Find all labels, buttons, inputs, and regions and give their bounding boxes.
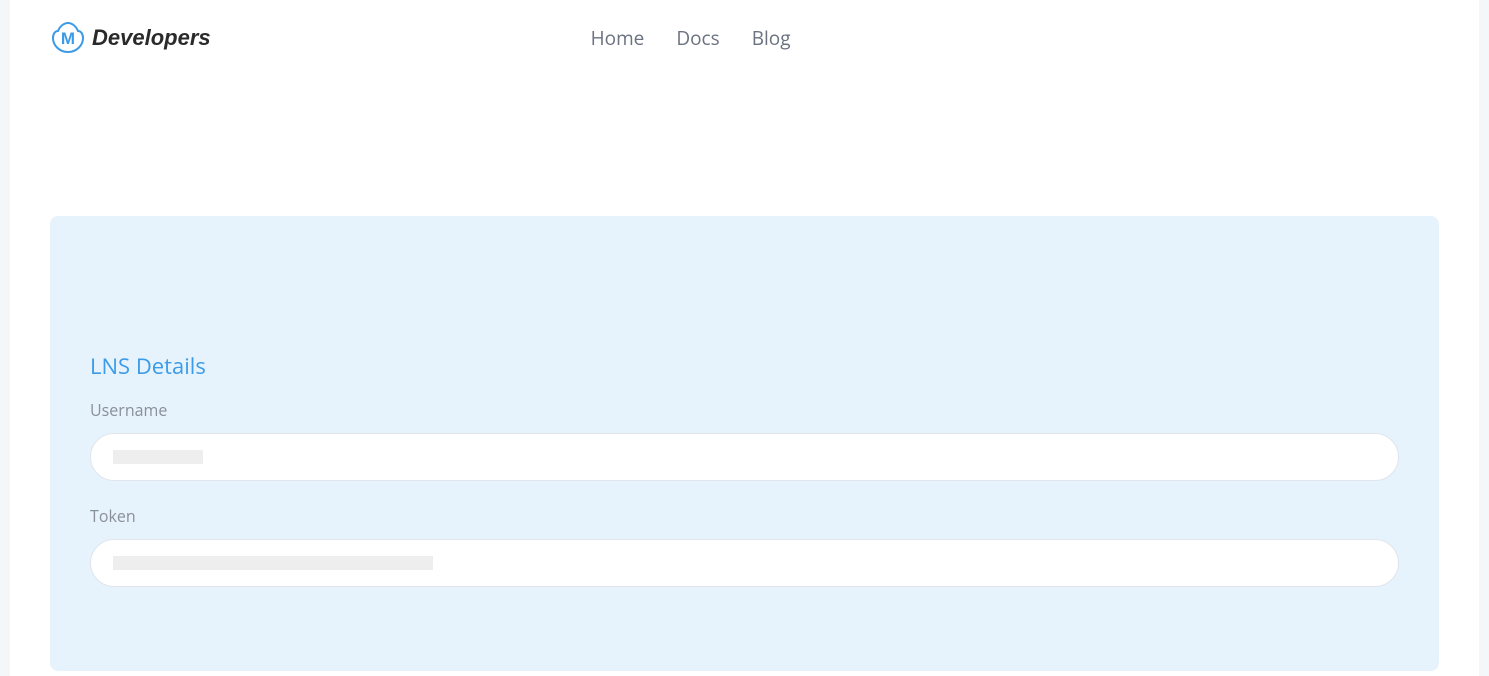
- lns-details-card: LNS Details Username Token: [50, 216, 1439, 671]
- logo-icon: M: [50, 20, 86, 56]
- content: LNS Details Username Token: [10, 76, 1479, 671]
- redacted-value: [113, 556, 433, 570]
- page-container: M Developers Home Docs Blog LNS Details …: [10, 0, 1479, 676]
- token-input[interactable]: [90, 539, 1399, 587]
- logo-text: Developers: [92, 25, 211, 51]
- redacted-value: [113, 450, 203, 464]
- main-nav: Home Docs Blog: [591, 25, 791, 51]
- svg-text:M: M: [61, 29, 75, 48]
- logo[interactable]: M Developers: [50, 20, 211, 56]
- username-label: Username: [90, 399, 1399, 421]
- header: M Developers Home Docs Blog: [10, 0, 1479, 76]
- nav-home[interactable]: Home: [591, 25, 645, 51]
- username-input[interactable]: [90, 433, 1399, 481]
- nav-blog[interactable]: Blog: [752, 25, 791, 51]
- token-label: Token: [90, 505, 1399, 527]
- card-title: LNS Details: [90, 351, 1399, 381]
- nav-docs[interactable]: Docs: [676, 25, 719, 51]
